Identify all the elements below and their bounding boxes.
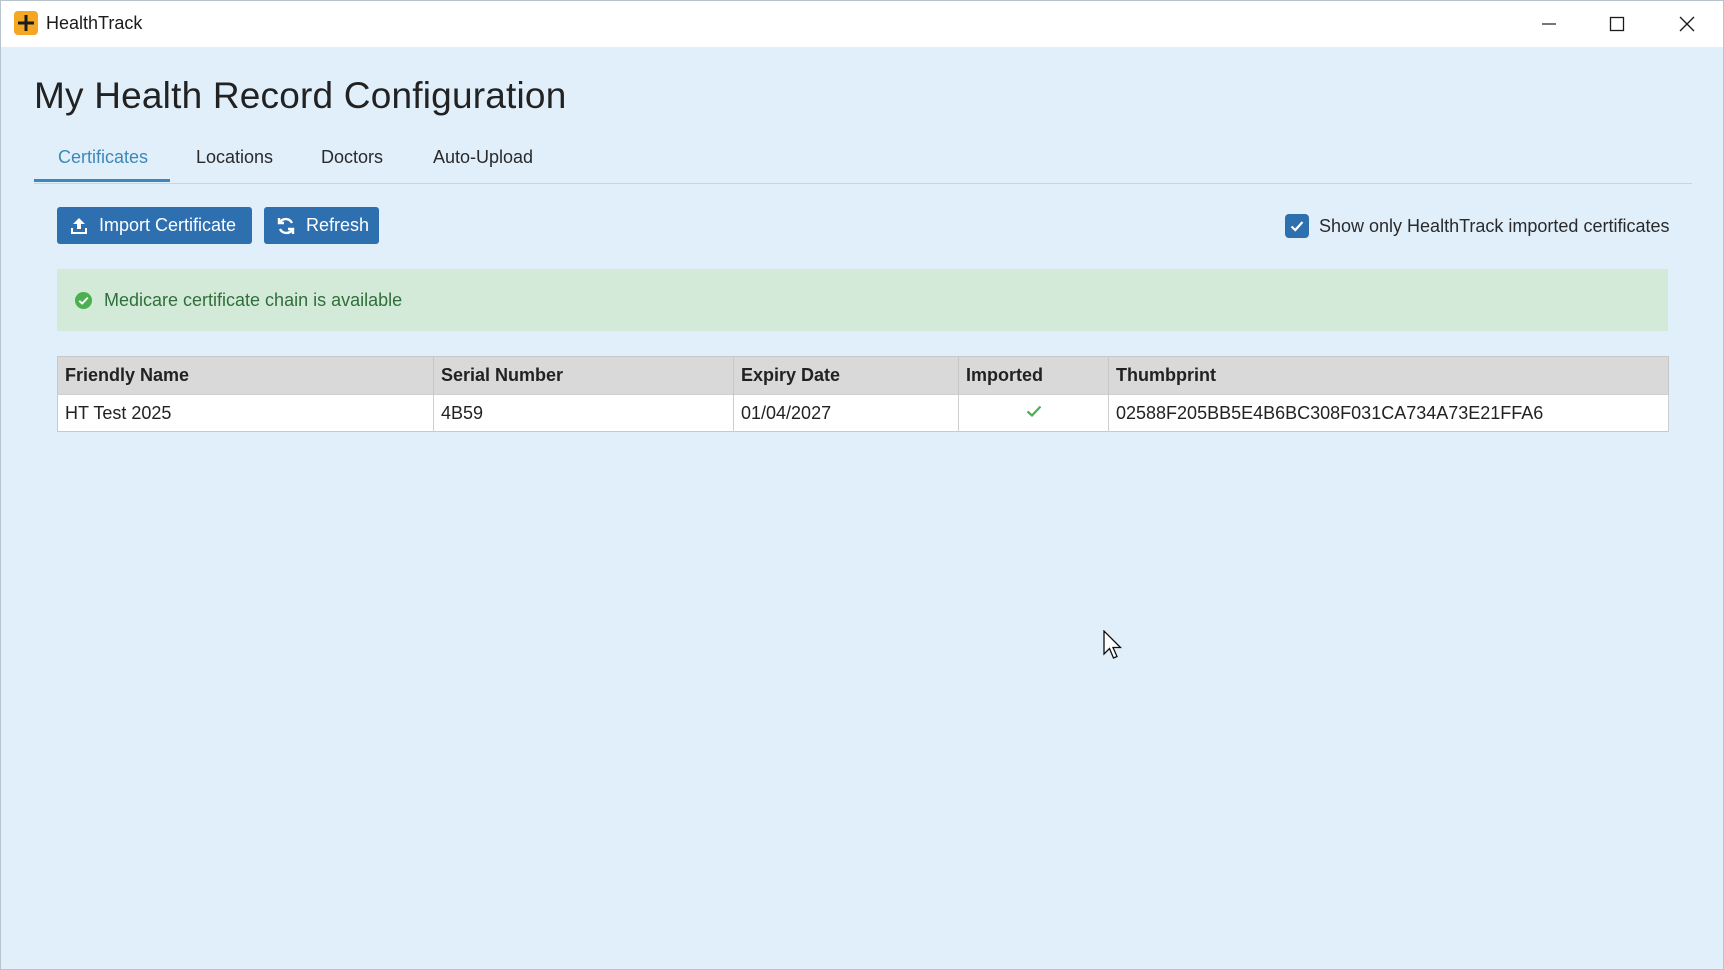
upload-icon <box>69 216 89 236</box>
refresh-icon <box>276 216 296 236</box>
imported-check-icon <box>1026 405 1041 417</box>
tab-doctors[interactable]: Doctors <box>321 147 383 168</box>
app-window: HealthTrack My Health Record Configurati… <box>0 0 1724 970</box>
minimize-icon <box>1542 23 1556 25</box>
tab-bar: Certificates Locations Doctors Auto-Uplo… <box>34 141 1692 184</box>
column-header-thumbprint[interactable]: Thumbprint <box>1108 356 1669 395</box>
mouse-pointer-icon <box>1103 629 1123 665</box>
table-header-row: Friendly Name Serial Number Expiry Date … <box>57 356 1669 395</box>
cell-friendly-name: HT Test 2025 <box>57 394 434 432</box>
refresh-label: Refresh <box>306 215 370 235</box>
close-button[interactable] <box>1655 1 1719 47</box>
cell-thumbprint: 02588F205BB5E4B6BC308F031CA734A73E21FFA6 <box>1108 394 1669 432</box>
import-certificate-label: Import Certificate <box>99 215 237 235</box>
maximize-button[interactable] <box>1585 1 1649 47</box>
status-alert: Medicare certificate chain is available <box>57 269 1668 331</box>
maximize-icon <box>1609 16 1625 32</box>
imported-only-filter[interactable]: Show only HealthTrack imported certifica… <box>1285 214 1669 238</box>
imported-only-label: Show only HealthTrack imported certifica… <box>1319 215 1670 236</box>
refresh-button[interactable]: Refresh <box>264 207 379 244</box>
certificates-table: Friendly Name Serial Number Expiry Date … <box>57 356 1669 432</box>
cell-expiry-date: 01/04/2027 <box>733 394 959 432</box>
column-header-imported[interactable]: Imported <box>958 356 1109 395</box>
cell-serial-number: 4B59 <box>433 394 734 432</box>
tab-certificates[interactable]: Certificates <box>58 147 148 168</box>
column-header-expiry-date[interactable]: Expiry Date <box>733 356 959 395</box>
window-title: HealthTrack <box>46 13 143 33</box>
tab-auto-upload[interactable]: Auto-Upload <box>433 147 533 168</box>
close-icon <box>1679 16 1695 32</box>
page-title: My Health Record Configuration <box>34 75 567 116</box>
minimize-button[interactable] <box>1517 1 1581 47</box>
imported-only-checkbox[interactable] <box>1285 214 1309 238</box>
active-tab-indicator <box>34 179 170 182</box>
title-bar[interactable]: HealthTrack <box>1 1 1723 47</box>
table-row[interactable]: HT Test 2025 4B59 01/04/2027 02588F205BB… <box>57 394 1669 432</box>
tab-locations[interactable]: Locations <box>196 147 273 168</box>
import-certificate-button[interactable]: Import Certificate <box>57 207 252 244</box>
status-alert-text: Medicare certificate chain is available <box>104 289 403 310</box>
check-circle-icon <box>74 291 93 310</box>
cell-imported <box>958 394 1109 432</box>
checkmark-icon <box>1290 221 1304 232</box>
app-logo-icon <box>14 11 38 35</box>
column-header-friendly-name[interactable]: Friendly Name <box>57 356 434 395</box>
column-header-serial-number[interactable]: Serial Number <box>433 356 734 395</box>
